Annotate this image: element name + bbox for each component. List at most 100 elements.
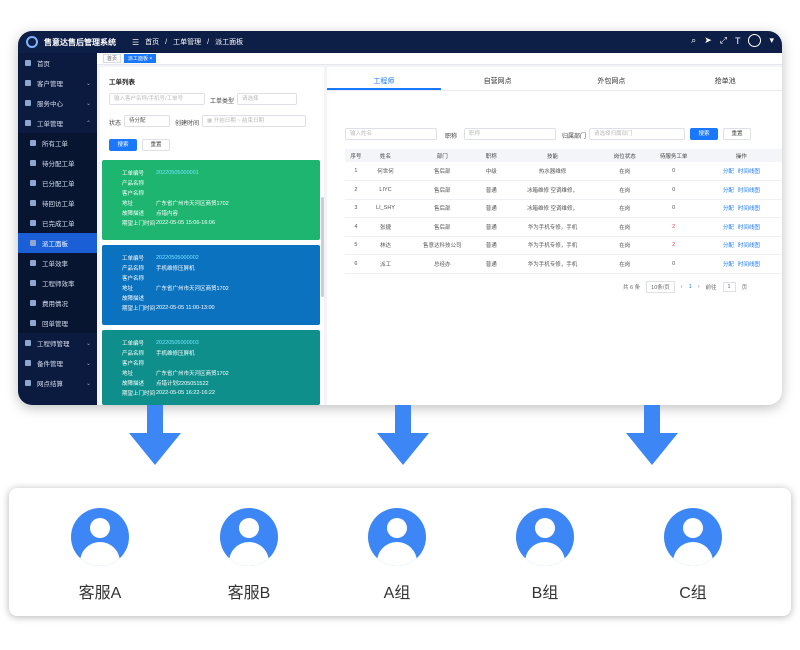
prev-page-icon[interactable]: ‹ bbox=[681, 284, 683, 290]
timeline-link[interactable]: 时间线图 bbox=[738, 206, 760, 212]
assign-link[interactable]: 分配 bbox=[723, 188, 734, 194]
sidebar-item-home[interactable]: 首页 bbox=[18, 53, 97, 73]
assign-link[interactable]: 分配 bbox=[723, 243, 734, 249]
engineer-reset-button[interactable]: 重置 bbox=[723, 128, 751, 140]
current-page[interactable]: 1 bbox=[689, 284, 692, 290]
chart-icon bbox=[30, 280, 36, 286]
assign-link[interactable]: 分配 bbox=[723, 169, 734, 175]
tab-order-pool[interactable]: 抢单池 bbox=[668, 75, 782, 90]
sidebar-item-assigned[interactable]: 已分配工单 bbox=[18, 173, 97, 193]
agent-item: B组 bbox=[505, 508, 585, 603]
cell-title: 普通 bbox=[480, 236, 503, 255]
tab-own-outlets[interactable]: 自营网点 bbox=[441, 75, 555, 90]
sidebar-item-customers[interactable]: 客户管理 ⌄ bbox=[18, 73, 97, 93]
order-card[interactable]: 工单编号 20220505000001 产品名称 客户名称 地址 广东省广州市天河区… bbox=[102, 160, 320, 240]
user-avatar-icon bbox=[220, 508, 278, 566]
cell-skill: 华为手机专修，手机 bbox=[502, 217, 603, 237]
engineer-search-button[interactable]: 搜索 bbox=[690, 128, 718, 140]
sidebar-item-parts[interactable]: 备件管理 ⌄ bbox=[18, 353, 97, 373]
sidebar-item-service-center[interactable]: 服务中心 ⌄ bbox=[18, 93, 97, 113]
cell-dept: 售后部 bbox=[404, 217, 481, 237]
agent-item: C组 bbox=[653, 508, 733, 603]
menu-toggle-icon[interactable]: ☰ bbox=[132, 38, 139, 47]
search-icon[interactable]: ⌕ bbox=[691, 35, 696, 46]
tab-engineers[interactable]: 工程师 bbox=[327, 75, 441, 90]
agent-label: A组 bbox=[383, 585, 411, 602]
font-size-icon[interactable]: T bbox=[735, 36, 741, 46]
tag-dispatch-panel[interactable]: 派工面板 × bbox=[124, 54, 157, 63]
cell-no: 5 bbox=[345, 236, 367, 255]
tab-outsourced-outlets[interactable]: 外包网点 bbox=[555, 75, 669, 90]
send-icon[interactable]: ➤ bbox=[704, 35, 712, 46]
goto-page-input[interactable]: 1 bbox=[722, 282, 736, 292]
chevron-down-icon: ⌄ bbox=[85, 100, 91, 107]
timeline-link[interactable]: 时间线图 bbox=[738, 188, 760, 194]
timeline-link[interactable]: 时间线图 bbox=[738, 169, 760, 175]
card-value: 点错内容 bbox=[156, 211, 179, 217]
timeline-link[interactable]: 时间线图 bbox=[738, 225, 760, 231]
home-icon bbox=[25, 60, 31, 66]
cell-no: 6 bbox=[345, 254, 367, 274]
cell-name: 何世何 bbox=[366, 162, 405, 181]
cell-actions: 分配 时间线图 bbox=[700, 162, 782, 181]
timeline-link[interactable]: 时间线图 bbox=[738, 262, 760, 268]
cell-name: LIYC bbox=[366, 180, 405, 200]
breadcrumb-item[interactable]: 工单管理 bbox=[173, 37, 201, 47]
breadcrumb-item[interactable]: 首页 bbox=[145, 37, 159, 47]
parts-icon bbox=[25, 360, 31, 366]
card-value: 20220505000003 bbox=[156, 340, 199, 346]
cell-no: 1 bbox=[345, 162, 367, 181]
cell-actions: 分配 时间线图 bbox=[700, 199, 782, 218]
dept-select[interactable]: 请选择归属部门 bbox=[589, 128, 685, 140]
name-search-input[interactable]: 输入姓名 bbox=[345, 128, 437, 140]
sidebar-item-label: 工单管理 bbox=[37, 121, 63, 128]
order-card[interactable]: 工单编号 20220505000002 产品名称 手机维修压屏机 客户名称 地址 广东… bbox=[102, 245, 320, 325]
timeline-link[interactable]: 时间线图 bbox=[738, 243, 760, 249]
sidebar-item-settlement[interactable]: 网点结算 ⌄ bbox=[18, 373, 97, 393]
order-type-select[interactable]: 请选择 bbox=[237, 93, 297, 105]
order-card[interactable]: 工单编号 20220505000003 产品名称 手机维修压屏机 客户名称 地址 广东… bbox=[102, 330, 320, 405]
card-spacer bbox=[102, 245, 320, 253]
table-row: 4 张捷 售后部 普通 华为手机专修，手机 在岗 2 分配 时间线图 bbox=[345, 217, 782, 237]
search-button[interactable]: 搜索 bbox=[109, 139, 137, 151]
scrollbar[interactable] bbox=[321, 197, 324, 297]
sidebar-item-engineer-efficiency[interactable]: 工程师效率 bbox=[18, 273, 97, 293]
tag-home[interactable]: 首页 bbox=[103, 54, 122, 63]
agents-panel: 客服A 客服B A组 B组 C组 bbox=[9, 488, 791, 616]
sidebar-item-revisit[interactable]: 待回访工单 bbox=[18, 193, 97, 213]
sidebar-item-work-orders[interactable]: 工单管理 ⌃ bbox=[18, 113, 97, 133]
assign-link[interactable]: 分配 bbox=[723, 206, 734, 212]
card-row: 期望上门时间 2022-05-05 11:00-13:00 bbox=[102, 303, 320, 313]
date-range-input[interactable]: ▦ 开始日期 ~ 结束日期 bbox=[202, 115, 306, 127]
card-row: 地址 广东省广州市天河区商贸1702 bbox=[102, 283, 320, 293]
status-select[interactable]: 待分配 bbox=[124, 115, 170, 127]
document-icon bbox=[30, 140, 36, 146]
order-search-input[interactable]: 输入客户名称/手机号/工单号 bbox=[109, 93, 205, 105]
fullscreen-icon[interactable]: ⤢ bbox=[720, 35, 727, 46]
cell-status: 在岗 bbox=[602, 180, 647, 200]
assign-link[interactable]: 分配 bbox=[723, 225, 734, 231]
chevron-down-icon[interactable]: ▾ bbox=[769, 35, 774, 46]
page-size-select[interactable]: 10条/页 bbox=[646, 281, 675, 293]
pagination: 共 6 条 10条/页 ‹ 1 › 前往 1 页 bbox=[623, 281, 747, 293]
sidebar-item-completed[interactable]: 已完成工单 bbox=[18, 213, 97, 233]
next-page-icon[interactable]: › bbox=[698, 284, 700, 290]
sidebar-item-dispatch-panel[interactable]: 派工面板 bbox=[18, 233, 97, 253]
cell-dept: 售后部 bbox=[404, 180, 481, 200]
user-avatar[interactable] bbox=[748, 34, 762, 47]
cell-pending: 2 bbox=[646, 236, 701, 255]
post-select[interactable]: 职称 bbox=[464, 128, 556, 140]
document-icon bbox=[30, 180, 36, 186]
reset-button[interactable]: 重置 bbox=[142, 139, 170, 151]
sidebar-item-order-efficiency[interactable]: 工单效率 bbox=[18, 253, 97, 273]
sidebar-item-receipts[interactable]: 回单管理 bbox=[18, 313, 97, 333]
calendar-icon: ▦ bbox=[207, 118, 214, 124]
assign-link[interactable]: 分配 bbox=[723, 262, 734, 268]
table-row: 1 何世何 售后部 中级 热水器维修 在岗 0 分配 时间线图 bbox=[345, 162, 782, 181]
sidebar-item-unassigned[interactable]: 待分配工单 bbox=[18, 153, 97, 173]
sidebar-item-costs[interactable]: 费用情况 bbox=[18, 293, 97, 313]
order-type-label: 工单类型 bbox=[210, 99, 235, 105]
dept-label: 归属部门 bbox=[562, 134, 587, 140]
sidebar-item-engineers[interactable]: 工程师管理 ⌄ bbox=[18, 333, 97, 353]
sidebar-item-all-orders[interactable]: 所有工单 bbox=[18, 133, 97, 153]
